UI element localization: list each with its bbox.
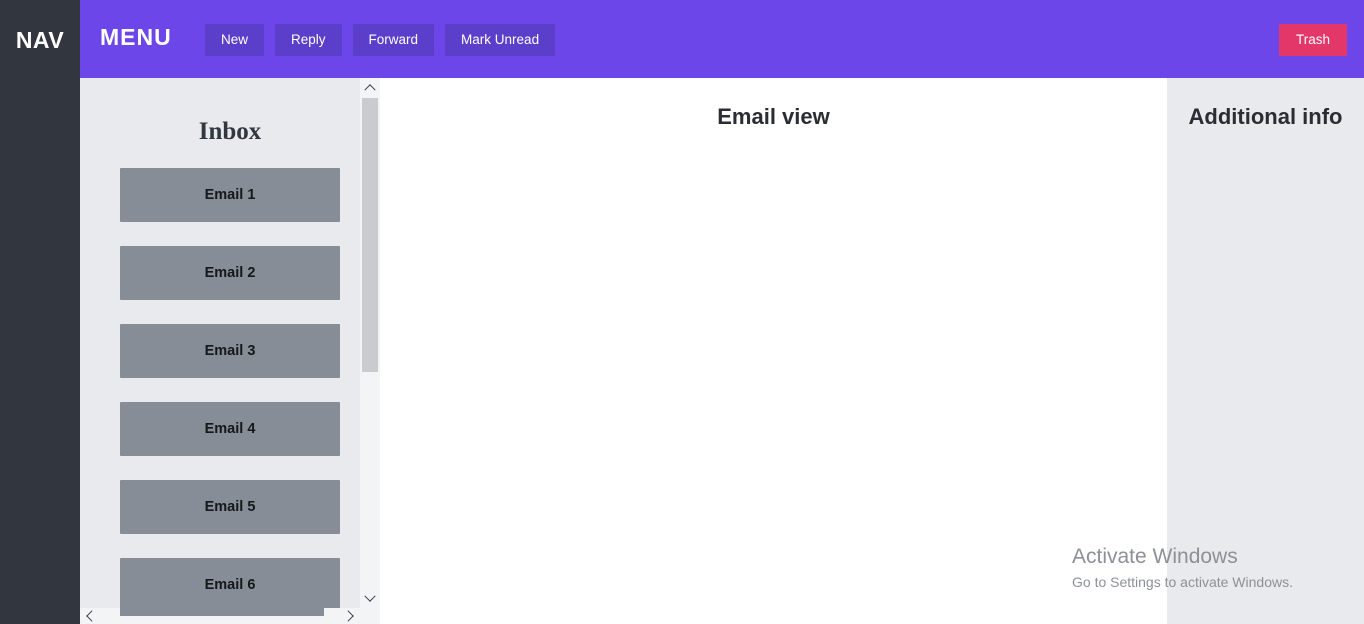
mark-unread-button[interactable]: Mark Unread bbox=[445, 24, 556, 56]
trash-button[interactable]: Trash bbox=[1278, 24, 1347, 56]
header-action-buttons: New Reply Forward Mark Unread bbox=[205, 24, 556, 56]
inbox-title: Inbox bbox=[198, 118, 262, 145]
additional-info-pane: Additional info bbox=[1167, 78, 1364, 624]
forward-button[interactable]: Forward bbox=[352, 24, 435, 56]
list-item[interactable]: Email 6 bbox=[120, 558, 340, 612]
additional-info-title: Additional info bbox=[1188, 104, 1343, 129]
top-header-bar: MENU New Reply Forward Mark Unread Trash bbox=[80, 0, 1364, 78]
inbox-pane: Inbox Email 1 Email 2 Email 3 Email 4 Em… bbox=[80, 78, 380, 624]
scroll-up-button[interactable] bbox=[360, 78, 380, 96]
vertical-scrollbar-thumb[interactable] bbox=[362, 98, 378, 372]
inbox-horizontal-scrollbar[interactable] bbox=[80, 608, 380, 624]
inbox-vertical-scrollbar[interactable] bbox=[360, 78, 380, 608]
chevron-down-icon bbox=[364, 590, 376, 602]
menu-label: MENU bbox=[100, 24, 172, 50]
email-view-title: Email view bbox=[717, 104, 830, 129]
scroll-down-button[interactable] bbox=[360, 590, 380, 608]
new-button[interactable]: New bbox=[205, 24, 265, 56]
scroll-right-button[interactable] bbox=[342, 608, 360, 624]
nav-label: NAV bbox=[15, 27, 65, 53]
email-view-pane: Email view bbox=[380, 78, 1167, 624]
nav-rail: NAV bbox=[0, 0, 80, 624]
body-area: Inbox Email 1 Email 2 Email 3 Email 4 Em… bbox=[80, 78, 1364, 624]
list-item[interactable]: Email 4 bbox=[120, 402, 340, 456]
list-item[interactable]: Email 1 bbox=[120, 168, 340, 222]
reply-button[interactable]: Reply bbox=[275, 24, 342, 56]
app-root: NAV MENU New Reply Forward Mark Unread T… bbox=[0, 0, 1364, 624]
chevron-up-icon bbox=[364, 84, 376, 96]
chevron-right-icon bbox=[342, 610, 354, 622]
email-list: Email 1 Email 2 Email 3 Email 4 Email 5 … bbox=[80, 168, 380, 612]
chevron-left-icon bbox=[86, 610, 98, 622]
list-item[interactable]: Email 3 bbox=[120, 324, 340, 378]
scroll-left-button[interactable] bbox=[80, 608, 98, 624]
list-item[interactable]: Email 2 bbox=[120, 246, 340, 300]
horizontal-scrollbar-thumb[interactable] bbox=[120, 608, 324, 616]
list-item[interactable]: Email 5 bbox=[120, 480, 340, 534]
